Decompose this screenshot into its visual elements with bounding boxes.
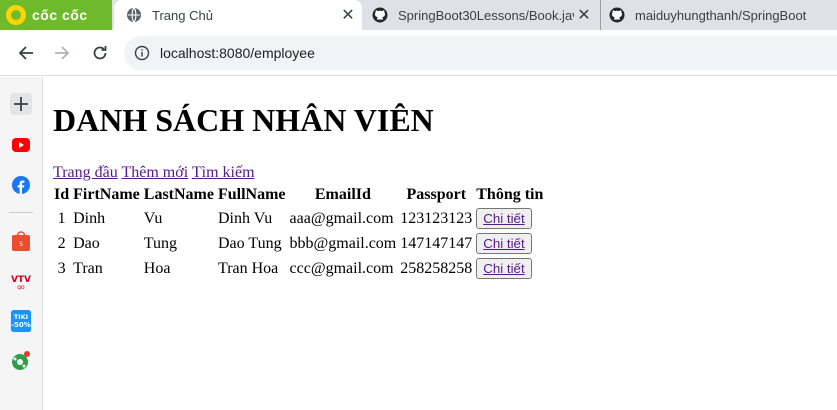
page-content: DANH SÁCH NHÂN VIÊN Trang đầu Thêm mới T… xyxy=(53,77,833,410)
detail-button[interactable]: Chi tiết xyxy=(476,233,532,254)
sidebar-divider xyxy=(9,212,33,213)
tab-title: SpringBoot30Lessons/Book.java xyxy=(398,7,574,23)
forward-button[interactable] xyxy=(48,39,76,67)
tab-trang-chu[interactable]: Trang Chủ ✕ xyxy=(114,0,362,30)
github-icon xyxy=(372,7,388,23)
table-row: 2 Dao Tung Dao Tung bbb@gmail.com 147147… xyxy=(53,232,544,255)
cell-email: bbb@gmail.com xyxy=(289,234,397,252)
coccoc-logo-icon xyxy=(6,5,26,25)
reload-button[interactable] xyxy=(86,39,114,67)
globe-icon xyxy=(126,7,142,23)
youtube-icon[interactable] xyxy=(10,134,32,156)
column-header-fullname: FullName xyxy=(217,186,286,203)
cell-id: 1 xyxy=(57,209,66,227)
shopee-icon[interactable]: S xyxy=(10,230,32,252)
brand-name: cốc cốc xyxy=(32,7,88,23)
cell-id: 2 xyxy=(57,234,66,252)
tab-springboot-book[interactable]: SpringBoot30Lessons/Book.java ✕ xyxy=(364,0,598,30)
page-nav: Trang đầu Thêm mới Tìm kiếm xyxy=(53,163,833,183)
close-icon[interactable]: ✕ xyxy=(338,5,358,25)
cell-passport: 258258258 xyxy=(400,259,473,277)
column-header-email: EmailId xyxy=(314,186,371,203)
column-header-lastname: LastName xyxy=(143,186,214,203)
cell-passport: 123123123 xyxy=(400,209,473,227)
coccoc-menu-button[interactable]: cốc cốc xyxy=(0,0,112,30)
table-row: 1 Dinh Vu Dinh Vu aaa@gmail.com 12312312… xyxy=(53,207,544,230)
cell-lastname: Vu xyxy=(143,209,163,227)
svg-text:go: go xyxy=(17,284,25,290)
table-header-row: Id FirtName LastName FullName EmailId Pa… xyxy=(53,185,544,205)
search-link[interactable]: Tìm kiếm xyxy=(192,164,255,181)
browser-toolbar: localhost:8080/employee xyxy=(0,30,837,76)
github-icon xyxy=(609,7,625,23)
cell-email: ccc@gmail.com xyxy=(289,259,394,277)
cell-action: Chi tiết xyxy=(475,232,544,255)
table-row: 3 Tran Hoa Tran Hoa ccc@gmail.com 258258… xyxy=(53,257,544,280)
add-new-link[interactable]: Thêm mới xyxy=(121,164,188,181)
cell-lastname: Tung xyxy=(143,234,177,252)
address-bar[interactable]: localhost:8080/employee xyxy=(124,36,837,70)
reload-icon xyxy=(93,46,107,60)
svg-text:TIKI: TIKI xyxy=(14,313,28,321)
soccer-ball-icon[interactable] xyxy=(10,350,32,372)
address-url: localhost:8080/employee xyxy=(160,45,315,61)
tab-title: Trang Chủ xyxy=(152,7,213,23)
cell-fullname: Dinh Vu xyxy=(217,209,273,227)
cell-action: Chi tiết xyxy=(475,207,544,230)
info-icon[interactable] xyxy=(134,45,150,61)
svg-text:S: S xyxy=(19,241,23,248)
detail-button[interactable]: Chi tiết xyxy=(476,208,532,229)
employee-table: Id FirtName LastName FullName EmailId Pa… xyxy=(51,183,546,282)
close-icon[interactable]: ✕ xyxy=(574,5,594,25)
coccoc-sidebar: S VTV go TIKI -50% xyxy=(0,77,43,410)
column-header-firstname: FirtName xyxy=(73,186,140,203)
forward-arrow-icon xyxy=(55,46,70,60)
back-arrow-icon xyxy=(18,46,33,60)
column-header-info: Thông tin xyxy=(476,186,544,203)
home-link[interactable]: Trang đầu xyxy=(53,164,118,181)
vtv-go-icon[interactable]: VTV go xyxy=(10,270,32,292)
tiki-badge: -50% xyxy=(11,321,31,329)
cell-passport: 147147147 xyxy=(400,234,473,252)
cell-action: Chi tiết xyxy=(475,257,544,280)
cell-email: aaa@gmail.com xyxy=(289,209,394,227)
cell-fullname: Dao Tung xyxy=(217,234,282,252)
cell-firstname: Tran xyxy=(73,259,103,277)
cell-firstname: Dinh xyxy=(73,209,106,227)
tab-title: maiduyhungthanh/SpringBoot xyxy=(635,7,807,23)
cell-firstname: Dao xyxy=(73,234,100,252)
back-button[interactable] xyxy=(12,39,40,67)
cell-fullname: Tran Hoa xyxy=(217,259,279,277)
column-header-passport: Passport xyxy=(406,186,467,203)
tab-maiduyhungthanh[interactable]: maiduyhungthanh/SpringBoot xyxy=(600,0,837,30)
cell-lastname: Hoa xyxy=(143,259,171,277)
page-title: DANH SÁCH NHÂN VIÊN xyxy=(53,102,434,138)
detail-button[interactable]: Chi tiết xyxy=(476,258,532,279)
tiki-icon[interactable]: TIKI -50% xyxy=(10,310,32,332)
column-header-id: Id xyxy=(54,186,70,203)
cell-id: 3 xyxy=(57,259,66,277)
tab-strip: cốc cốc Trang Chủ ✕ SpringBoot30Lessons/… xyxy=(0,0,837,30)
add-icon[interactable] xyxy=(10,93,32,115)
facebook-icon[interactable] xyxy=(10,174,32,196)
